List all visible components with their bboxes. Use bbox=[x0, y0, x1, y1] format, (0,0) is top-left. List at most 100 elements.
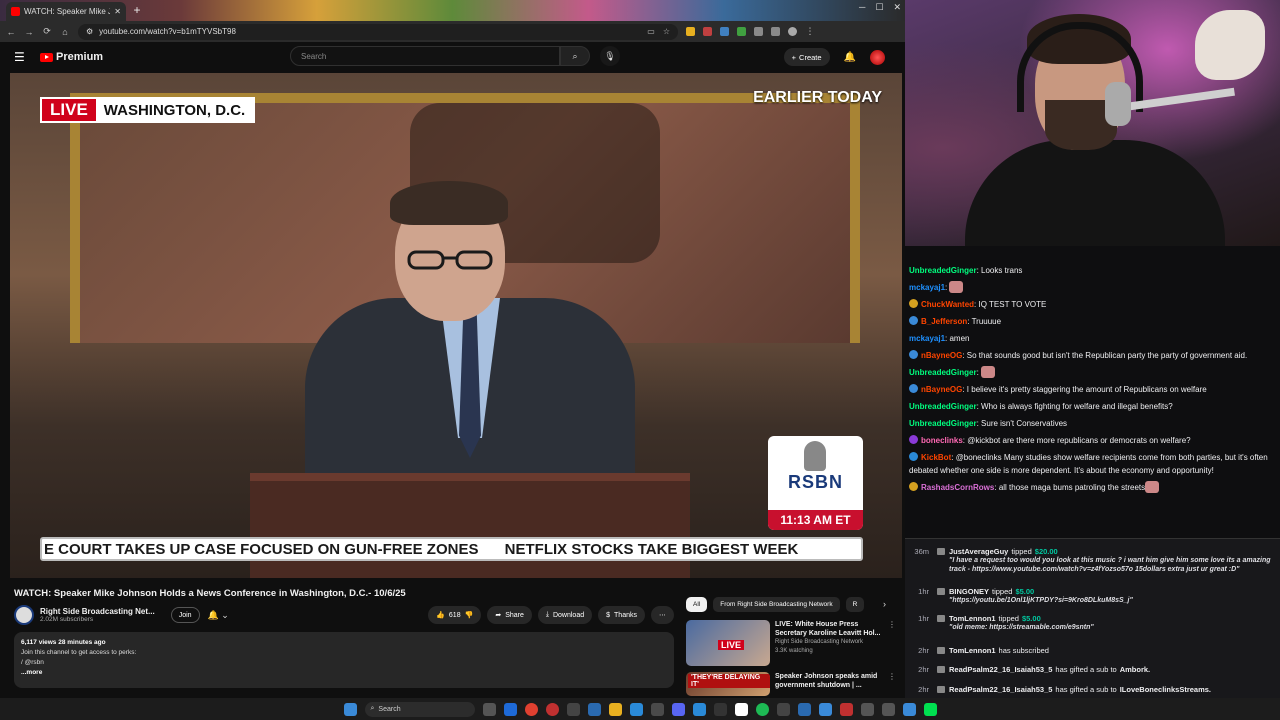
chat-username[interactable]: UnbreadedGinger bbox=[909, 266, 977, 275]
chat-username[interactable]: ChuckWanted bbox=[921, 300, 974, 309]
reload-icon[interactable]: ⟳ bbox=[42, 26, 52, 37]
app-icon[interactable] bbox=[818, 702, 832, 716]
chevron-right-icon[interactable]: › bbox=[883, 599, 886, 609]
channel-name[interactable]: Right Side Broadcasting Net... bbox=[40, 607, 155, 616]
app-icon[interactable] bbox=[587, 702, 601, 716]
chat-username[interactable]: KickBot bbox=[921, 453, 951, 462]
sidebar-icon[interactable] bbox=[771, 27, 780, 36]
chat-username[interactable]: UnbreadedGinger bbox=[909, 419, 977, 428]
app-icon[interactable] bbox=[734, 702, 748, 716]
chip-related[interactable]: R bbox=[845, 596, 865, 612]
channel-avatar[interactable] bbox=[14, 605, 34, 625]
app-icon[interactable] bbox=[629, 702, 643, 716]
app-icon[interactable] bbox=[839, 702, 853, 716]
chat-username[interactable]: UnbreadedGinger bbox=[909, 402, 977, 411]
like-button[interactable]: 👍 618 👎 bbox=[428, 606, 482, 624]
chat-username[interactable]: RashadsCornRows bbox=[921, 483, 994, 492]
chat-username[interactable]: B_Jefferson bbox=[921, 317, 967, 326]
windows-start-icon[interactable] bbox=[343, 702, 357, 716]
description-box[interactable]: 6,117 views 28 minutes ago Join this cha… bbox=[14, 632, 674, 688]
chat-username[interactable]: mckayaj1 bbox=[909, 334, 945, 343]
event-username[interactable]: ReadPsalm22_16_Isaiah53_5 bbox=[949, 665, 1052, 674]
taskbar-search[interactable]: ⌕ Search bbox=[364, 701, 475, 717]
share-button[interactable]: ➦ Share bbox=[487, 606, 532, 624]
chat-username[interactable]: nBayneOG bbox=[921, 385, 962, 394]
chrome-icon[interactable] bbox=[524, 702, 538, 716]
app-icon[interactable] bbox=[692, 702, 706, 716]
subscribe-bell-icon[interactable]: 🔔 ⌄ bbox=[208, 610, 229, 621]
video-thumbnail[interactable]: 'THEY'RE DELAYING IT' bbox=[686, 672, 770, 696]
app-icon[interactable] bbox=[902, 702, 916, 716]
video-player[interactable]: LIVE WASHINGTON, D.C. EARLIER TODAY RSBN… bbox=[10, 73, 902, 578]
chat-username[interactable]: boneclinks bbox=[921, 436, 963, 445]
close-window-icon[interactable]: ✕ bbox=[893, 2, 901, 13]
thumbs-down-icon[interactable]: 👎 bbox=[465, 611, 474, 619]
discord-icon[interactable] bbox=[671, 702, 685, 716]
spotify-icon[interactable] bbox=[755, 702, 769, 716]
browser-toolbar: ← → ⟳ ⌂ ⚙ youtube.com/watch?v=b1mTYVSbT9… bbox=[0, 21, 905, 42]
app-icon[interactable] bbox=[713, 702, 727, 716]
description-link[interactable]: / @rsbn bbox=[21, 658, 667, 668]
minimize-icon[interactable]: ─ bbox=[859, 2, 865, 13]
recommended-video[interactable]: 'THEY'RE DELAYING IT' Speaker Johnson sp… bbox=[686, 672, 896, 698]
recommended-video-title[interactable]: LIVE: White House Press Secretary Karoli… bbox=[775, 620, 883, 638]
chip-all[interactable]: All bbox=[686, 596, 708, 612]
app-icon[interactable] bbox=[860, 702, 874, 716]
event-username[interactable]: BINGONEY bbox=[949, 587, 989, 596]
more-options-icon[interactable]: ⋮ bbox=[888, 672, 896, 698]
address-bar[interactable]: ⚙ youtube.com/watch?v=b1mTYVSbT98 ▭ ☆ bbox=[78, 23, 678, 40]
profile-icon[interactable] bbox=[788, 27, 797, 36]
bookmark-star-icon[interactable]: ☆ bbox=[663, 27, 670, 36]
show-more-link[interactable]: ...more bbox=[21, 668, 667, 678]
search-icon[interactable]: ⌕ bbox=[560, 46, 590, 66]
app-icon[interactable] bbox=[797, 702, 811, 716]
microphone-icon[interactable]: 🎙 bbox=[600, 46, 620, 66]
event-username[interactable]: TomLennon1 bbox=[949, 646, 996, 655]
forward-icon[interactable]: → bbox=[24, 27, 34, 37]
notifications-bell-icon[interactable]: 🔔 bbox=[844, 52, 856, 63]
youtube-logo[interactable]: Premium bbox=[40, 51, 103, 63]
file-explorer-icon[interactable] bbox=[608, 702, 622, 716]
back-icon[interactable]: ← bbox=[6, 27, 16, 37]
task-view-icon[interactable] bbox=[482, 702, 496, 716]
chat-username[interactable]: nBayneOG bbox=[921, 351, 962, 360]
edge-icon[interactable] bbox=[503, 702, 517, 716]
chrome-icon[interactable] bbox=[545, 702, 559, 716]
new-tab-button[interactable]: + bbox=[130, 4, 144, 18]
app-icon[interactable] bbox=[650, 702, 664, 716]
event-username[interactable]: JustAverageGuy bbox=[949, 547, 1008, 556]
tab-close-icon[interactable]: ✕ bbox=[114, 7, 121, 16]
recommended-video[interactable]: LIVE LIVE: White House Press Secretary K… bbox=[686, 620, 896, 670]
search-input[interactable]: Search bbox=[290, 46, 560, 66]
chat-username[interactable]: UnbreadedGinger bbox=[909, 368, 977, 377]
site-info-icon[interactable]: ⚙ bbox=[86, 27, 93, 36]
app-icon[interactable] bbox=[566, 702, 580, 716]
app-icon[interactable] bbox=[776, 702, 790, 716]
extension-icon[interactable] bbox=[737, 27, 746, 36]
join-button[interactable]: Join bbox=[170, 607, 200, 623]
extension-icon[interactable] bbox=[686, 27, 695, 36]
more-actions-button[interactable]: ⋯ bbox=[651, 606, 674, 624]
extensions-puzzle-icon[interactable] bbox=[754, 27, 763, 36]
kick-icon[interactable] bbox=[923, 702, 937, 716]
chat-username[interactable]: mckayaj1 bbox=[909, 283, 945, 292]
download-button[interactable]: ⤓ Download bbox=[537, 606, 593, 624]
browser-tab-active[interactable]: WATCH: Speaker Mike Johns ✕ bbox=[6, 2, 126, 21]
extension-icon[interactable] bbox=[720, 27, 729, 36]
thanks-button[interactable]: $ Thanks bbox=[598, 606, 645, 624]
extension-icon[interactable] bbox=[703, 27, 712, 36]
event-username[interactable]: ReadPsalm22_16_Isaiah53_5 bbox=[949, 685, 1052, 694]
video-thumbnail[interactable]: LIVE bbox=[686, 620, 770, 666]
account-avatar[interactable] bbox=[870, 49, 885, 65]
recommended-video-title[interactable]: Speaker Johnson speaks amid government s… bbox=[775, 672, 883, 690]
chip-channel[interactable]: From Right Side Broadcasting Network bbox=[713, 596, 840, 612]
event-username[interactable]: TomLennon1 bbox=[949, 614, 996, 623]
home-icon[interactable]: ⌂ bbox=[60, 27, 70, 37]
cast-icon[interactable]: ▭ bbox=[647, 27, 655, 36]
create-button[interactable]: + Create bbox=[783, 48, 830, 66]
maximize-icon[interactable]: ☐ bbox=[875, 2, 883, 13]
browser-menu-icon[interactable]: ⋮ bbox=[805, 26, 815, 37]
more-options-icon[interactable]: ⋮ bbox=[888, 620, 896, 670]
app-icon[interactable] bbox=[881, 702, 895, 716]
hamburger-menu-icon[interactable]: ☰ bbox=[14, 50, 28, 64]
